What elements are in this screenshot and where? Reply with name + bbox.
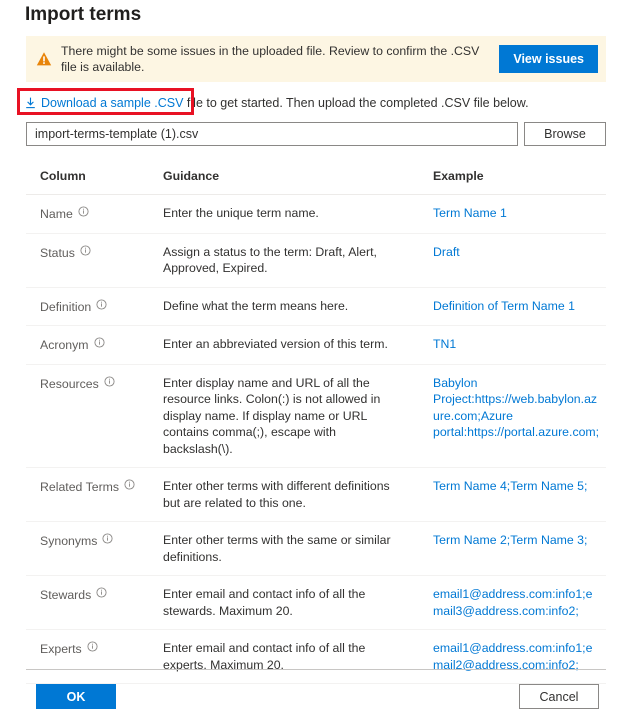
table-row: Resources Enter display name and URL of a…	[26, 364, 606, 468]
download-sample-link[interactable]: Download a sample .CSV	[25, 96, 183, 110]
ok-button[interactable]: OK	[36, 684, 116, 709]
row-example: Draft	[419, 233, 606, 288]
download-icon	[25, 96, 36, 114]
row-column-name: Experts	[26, 629, 149, 684]
row-column-name: Status	[26, 233, 149, 288]
column-name-label: Synonyms	[40, 534, 98, 548]
table-body: Name Enter the unique term name. Term Name…	[26, 194, 606, 684]
table-row: Status Assign a status to the term: Draft…	[26, 233, 606, 288]
row-example: Term Name 4;Term Name 5;	[419, 467, 606, 522]
header-column: Column	[26, 165, 149, 195]
table-row: Related Terms Enter other terms with diff…	[26, 467, 606, 522]
row-column-name: Related Terms	[26, 467, 149, 522]
table-row: Acronym Enter an abbreviated version of t…	[26, 325, 606, 365]
header-example: Example	[419, 165, 606, 195]
info-circle-icon[interactable]	[78, 205, 89, 222]
column-name-label: Definition	[40, 299, 92, 314]
download-link-label: Download a sample .CSV	[41, 96, 184, 110]
info-circle-icon[interactable]	[96, 298, 107, 315]
column-name-label: Resources	[40, 376, 99, 391]
view-issues-button[interactable]: View issues	[499, 45, 598, 73]
row-guidance: Enter the unique term name.	[149, 194, 419, 234]
row-guidance: Enter email and contact info of all the …	[149, 575, 419, 630]
warning-message: There might be some issues in the upload…	[61, 43, 480, 75]
download-trailing-text: file to get started. Then upload the com…	[183, 96, 529, 110]
column-guidance-table: Column Guidance Example Name Enter the un…	[26, 165, 606, 684]
row-example: TN1	[419, 325, 606, 365]
table-row: Synonyms Enter other terms with the same …	[26, 521, 606, 576]
header-guidance: Guidance	[149, 165, 419, 195]
browse-button[interactable]: Browse	[524, 122, 606, 146]
column-name-label: Experts	[40, 642, 82, 656]
table-header-row: Column Guidance Example	[26, 165, 606, 195]
info-circle-icon[interactable]	[96, 586, 107, 603]
row-example: Term Name 1	[419, 194, 606, 234]
info-circle-icon[interactable]	[80, 244, 91, 261]
row-guidance: Enter display name and URL of all the re…	[149, 364, 419, 468]
row-example: email1@address.com:info1;email2@address.…	[419, 629, 606, 684]
table-row: Stewards Enter email and contact info of …	[26, 575, 606, 630]
import-terms-panel: Import terms There might be some issues …	[0, 0, 631, 715]
row-column-name: Synonyms	[26, 521, 149, 576]
footer-divider	[26, 669, 606, 670]
info-circle-icon[interactable]	[93, 336, 105, 353]
column-name-label: Stewards	[40, 588, 92, 602]
row-column-name: Definition	[26, 287, 149, 326]
row-example: Term Name 2;Term Name 3;	[419, 521, 606, 576]
row-guidance: Enter email and contact info of all the …	[149, 629, 419, 684]
row-column-name: Resources	[26, 364, 149, 468]
info-circle-icon[interactable]	[124, 478, 135, 495]
warning-banner: There might be some issues in the upload…	[26, 36, 606, 82]
table-row: Name Enter the unique term name. Term Name…	[26, 194, 606, 234]
info-circle-icon[interactable]	[104, 375, 115, 392]
column-name-label: Related Terms	[40, 480, 120, 494]
row-column-name: Acronym	[26, 325, 149, 365]
row-column-name: Name	[26, 194, 149, 234]
cancel-button[interactable]: Cancel	[519, 684, 599, 709]
column-name-label: Status	[40, 245, 75, 260]
row-guidance: Enter other terms with the same or simil…	[149, 521, 419, 576]
row-guidance: Assign a status to the term: Draft, Aler…	[149, 233, 419, 288]
row-example: Definition of Term Name 1	[419, 287, 606, 326]
table-row: Experts Enter email and contact info of a…	[26, 629, 606, 684]
row-guidance: Enter an abbreviated version of this ter…	[149, 325, 419, 365]
info-circle-icon[interactable]	[102, 532, 113, 549]
row-example: email1@address.com:info1;email3@address.…	[419, 575, 606, 630]
file-path-input[interactable]	[26, 122, 518, 146]
info-circle-icon[interactable]	[87, 640, 98, 657]
warning-triangle-icon	[36, 51, 52, 67]
row-guidance: Define what the term means here.	[149, 287, 419, 326]
table-row: Definition Define what the term means her…	[26, 287, 606, 326]
row-example: Babylon Project:https://web.babylon.azur…	[419, 364, 606, 468]
column-name-label: Acronym	[40, 338, 89, 352]
file-upload-row: Browse	[26, 122, 606, 146]
page-title: Import terms	[25, 4, 142, 25]
download-sample-line: Download a sample .CSV file to get start…	[25, 94, 529, 114]
row-column-name: Stewards	[26, 575, 149, 630]
row-guidance: Enter other terms with different definit…	[149, 467, 419, 522]
column-name-label: Name	[40, 207, 73, 221]
